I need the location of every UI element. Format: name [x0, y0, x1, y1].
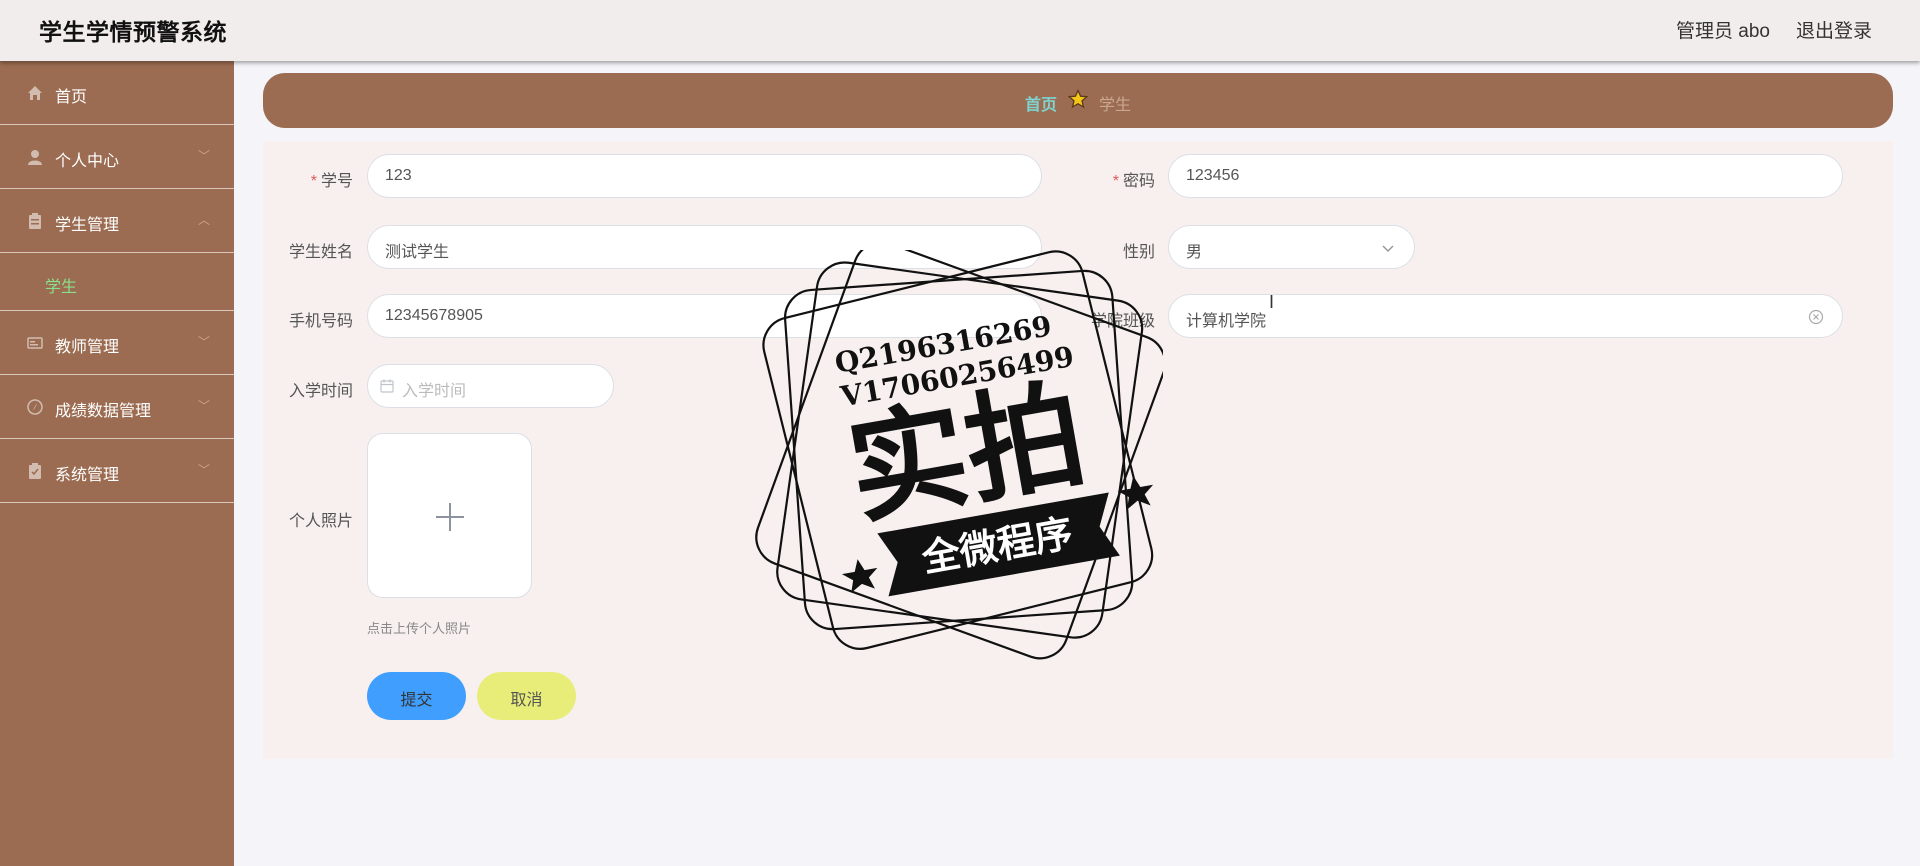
phone-label: 手机号码 [288, 313, 353, 330]
password-label: * 密码 [1112, 173, 1155, 190]
photo-upload[interactable] [367, 433, 532, 598]
breadcrumb-current: 学生 [1099, 97, 1132, 114]
breadcrumb: 首页 学生 [263, 73, 1893, 128]
chevron-down-icon: ﹀ [198, 399, 211, 413]
home-icon [28, 86, 42, 100]
enroll-date-picker[interactable]: 入学时间 [367, 364, 614, 408]
star-icon [1068, 89, 1088, 109]
app-title: 学生学情预警系统 [39, 19, 227, 45]
chevron-down-icon: ﹀ [198, 149, 211, 163]
college-class-label: 学院班级 [1090, 313, 1155, 330]
sidebar-item-label: 教师管理 [55, 339, 120, 356]
plus-icon-vertical [449, 503, 451, 531]
cancel-button[interactable]: 取消 [477, 672, 576, 720]
submit-button[interactable]: 提交 [367, 672, 466, 720]
chevron-down-icon: ﹀ [198, 463, 211, 477]
compass-icon [27, 399, 43, 415]
chevron-down-icon [1382, 245, 1394, 253]
student-name-label: 学生姓名 [288, 244, 353, 261]
sidebar-item-system-management[interactable]: 系统管理 ﹀ [0, 439, 234, 503]
sidebar-item-teacher-management[interactable]: 教师管理 ﹀ [0, 311, 234, 375]
clipboard-check-icon [29, 463, 41, 479]
gender-select[interactable]: 男 [1168, 225, 1415, 269]
sidebar-item-label: 个人中心 [55, 153, 120, 170]
current-user: 管理员 abo [1676, 21, 1770, 42]
enroll-date-label: 入学时间 [288, 383, 353, 400]
sidebar-item-label: 首页 [55, 89, 88, 106]
student-no-label: * 学号 [310, 173, 353, 190]
top-header: 学生学情预警系统 管理员 abo 退出登录 [0, 0, 1920, 61]
sidebar-item-label: 系统管理 [55, 467, 120, 484]
chevron-up-icon: ︿ [198, 213, 211, 227]
password-field[interactable]: 123456 [1168, 154, 1843, 198]
calendar-icon [380, 379, 394, 393]
gender-value: 男 [1186, 244, 1203, 261]
user-icon [28, 150, 42, 165]
gender-label: 性别 [1122, 244, 1155, 261]
sidebar-item-home[interactable]: 首页 [0, 61, 234, 125]
photo-hint: 点击上传个人照片 [367, 621, 472, 636]
photo-label: 个人照片 [288, 513, 353, 530]
sidebar-item-student-management[interactable]: 学生管理 ︿ [0, 189, 234, 253]
sidebar-item-score-management[interactable]: 成绩数据管理 ﹀ [0, 375, 234, 439]
chevron-down-icon: ﹀ [198, 335, 211, 349]
phone-field[interactable]: 12345678905 [367, 294, 1042, 338]
id-card-icon [27, 337, 43, 349]
logout-link[interactable]: 退出登录 [1796, 16, 1872, 43]
sidebar-item-profile[interactable]: 个人中心 ﹀ [0, 125, 234, 189]
sidebar-subitem-label: 学生 [45, 279, 78, 296]
sidebar-item-label: 学生管理 [55, 217, 120, 234]
clipboard-icon [29, 213, 41, 229]
breadcrumb-home[interactable]: 首页 [1025, 91, 1057, 115]
text-cursor-icon: I [1269, 292, 1275, 312]
student-no-field[interactable]: 123 [367, 154, 1042, 198]
college-class-value: 计算机学院 [1186, 313, 1267, 330]
clear-icon[interactable] [1808, 309, 1824, 325]
enroll-date-placeholder: 入学时间 [402, 383, 467, 400]
sidebar: 首页 个人中心 ﹀ 学生管理 ︿ 学生 教师管理 ﹀ 成绩数据管理 ﹀ 系统管理… [0, 61, 234, 866]
student-name-field[interactable]: 测试学生 [367, 225, 1042, 269]
sidebar-item-label: 成绩数据管理 [55, 403, 152, 420]
sidebar-subitem-student[interactable]: 学生 [0, 253, 234, 311]
